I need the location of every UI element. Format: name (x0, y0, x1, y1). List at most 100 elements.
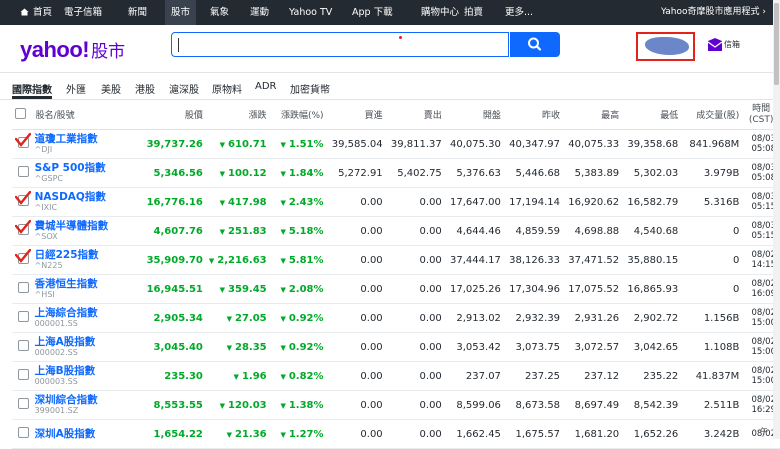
tab-item[interactable]: 國際指數 (12, 81, 52, 96)
table-row[interactable]: S&P 500指數 ^GSPC 5,346.56 ▼ 100.12 ▼ 1.84% 5,272… (12, 158, 780, 188)
top-nav-item[interactable]: App 下載 (352, 0, 393, 25)
table-row[interactable]: 費城半導體指數 ^SOX 4,607.76 ▼ 251.83 ▼ 5.18% 0.00 0.00… (12, 216, 780, 246)
scrollbar-thumb[interactable] (774, 3, 779, 85)
index-name-link[interactable]: 香港恒生指數 (35, 278, 124, 290)
col-header-prev[interactable]: 昨收 (503, 100, 564, 130)
row-checkbox[interactable] (18, 398, 29, 409)
volume-cell: 3.242B (681, 419, 743, 449)
table-row[interactable]: 上海A股指數 000002.SS 3,045.40 ▼ 28.35 ▼ 0.92% 0.00 0… (12, 332, 780, 362)
low-cell: 2,902.72 (622, 303, 682, 333)
pct-cell: ▼ 0.92% (269, 332, 327, 362)
index-name-link[interactable]: 日經225指數 (35, 249, 124, 261)
top-nav-item[interactable]: 新聞 (128, 0, 147, 25)
index-name-link[interactable]: 費城半導體指數 (35, 220, 124, 232)
search-button[interactable] (510, 32, 560, 57)
bid-cell: 5,272.91 (326, 158, 386, 188)
top-nav-item[interactable]: 股市 (165, 0, 197, 25)
row-checkbox[interactable] (18, 311, 29, 322)
row-select-cell (12, 303, 33, 333)
select-all-checkbox[interactable] (15, 107, 26, 119)
top-nav-item[interactable]: 首頁 (20, 0, 52, 25)
down-triangle-icon: ▼ (280, 343, 286, 352)
table-row[interactable]: 深圳綜合指數 399001.SZ 8,553.55 ▼ 120.03 ▼ 1.38% 0.00… (12, 390, 780, 420)
table-row[interactable]: 上海綜合指數 000001.SS 2,905.34 ▼ 27.05 ▼ 0.92% 0.00 0… (12, 303, 780, 333)
row-checkbox[interactable] (18, 369, 29, 380)
index-name-link[interactable]: 上海綜合指數 (35, 307, 124, 319)
index-name-link[interactable]: 上海A股指數 (35, 336, 124, 348)
index-name-link[interactable]: S&P 500指數 (35, 162, 124, 174)
top-nav-item[interactable]: 購物中心 (421, 0, 459, 25)
ask-cell: 0.00 (385, 274, 445, 304)
index-name-link[interactable]: 深圳綜合指數 (35, 394, 124, 406)
index-name-link[interactable]: NASDAQ指數 (35, 191, 124, 203)
pct-value: 2.43% (288, 196, 324, 208)
col-header-volume[interactable]: 成交量(股) (681, 100, 743, 130)
change-cell: ▼ 417.98 (205, 187, 270, 217)
col-header-low[interactable]: 最低 (622, 100, 682, 130)
index-symbol: ^DJI (34, 145, 53, 154)
top-nav-label: 首頁 (33, 7, 53, 18)
app-download-link[interactable]: Yahoo奇摩股市應用程式 › (661, 0, 766, 25)
low-cell: 1,652.26 (622, 419, 682, 449)
table-row[interactable]: 道瓊工業指數 ^DJI 39,737.26 ▼ 610.71 ▼ 1.51% 39,585.0… (12, 129, 780, 159)
volume-cell: 5.316B (681, 187, 743, 217)
date-value: 08/02 (751, 250, 777, 260)
high-cell: 4,698.88 (563, 216, 623, 246)
row-checkbox[interactable] (18, 282, 29, 293)
col-header-name[interactable]: 股名/股號 (32, 100, 127, 130)
mail-icon[interactable] (707, 38, 723, 52)
table-row[interactable]: 深圳A股指數 1,654.22 ▼ 21.36 ▼ 1.27% 0.00 0.00 1,662.… (12, 419, 780, 449)
top-nav-item[interactable]: 電子信箱 (64, 0, 102, 25)
search-input[interactable] (171, 32, 509, 57)
down-triangle-icon: ▼ (219, 140, 226, 149)
col-header-ask[interactable]: 賣出 (385, 100, 445, 130)
col-header-change[interactable]: 漲跌 (205, 100, 270, 130)
index-name-link[interactable]: 深圳A股指數 (35, 428, 124, 440)
row-select-cell (12, 390, 33, 420)
top-nav-item[interactable]: 拍賣 (464, 0, 483, 25)
row-checkbox[interactable] (18, 340, 29, 351)
top-nav-item[interactable]: 更多... (505, 0, 533, 25)
row-checkbox[interactable] (18, 427, 29, 438)
index-symbol: ^SOX (34, 232, 58, 241)
index-symbol: ^HSI (34, 290, 55, 299)
time-value: 15:00 (751, 347, 777, 357)
tab-item[interactable]: ADR (255, 81, 277, 92)
bid-cell: 39,585.04 (326, 129, 386, 159)
tab-item[interactable]: 美股 (101, 81, 121, 96)
open-cell: 37,444.17 (444, 245, 504, 275)
table-row[interactable]: NASDAQ指數 ^IXIC 16,776.16 ▼ 417.98 ▼ 2.43% 0.00 0… (12, 187, 780, 217)
col-header-pct[interactable]: 漲跌幅(%) (269, 100, 327, 130)
tab-item[interactable]: 外匯 (66, 81, 86, 96)
user-avatar-highlight[interactable] (636, 32, 695, 61)
pct-value: 5.18% (288, 225, 324, 237)
bid-cell: 0.00 (326, 303, 386, 333)
down-triangle-icon: ▼ (219, 285, 226, 294)
col-header-price[interactable]: 股價 (126, 100, 206, 130)
row-select-cell (12, 274, 33, 304)
bid-cell: 0.00 (326, 332, 386, 362)
table-row[interactable]: 日經225指數 ^N225 35,909.70 ▼ 2,216.63 ▼ 5.81% 0.00… (12, 245, 780, 275)
yahoo-stock-logo[interactable]: yahoo! 股市 (20, 37, 125, 63)
name-cell: NASDAQ指數 ^IXIC (32, 187, 127, 217)
index-name-link[interactable]: 上海B股指數 (35, 365, 124, 377)
tab-item[interactable]: 原物料 (212, 81, 242, 96)
col-header-high[interactable]: 最高 (563, 100, 623, 130)
top-nav-item[interactable]: Yahoo TV (289, 0, 332, 25)
col-header-open[interactable]: 開盤 (444, 100, 504, 130)
table-row[interactable]: 上海B股指數 000003.SS 235.30 ▼ 1.96 ▼ 0.82% 0.00 0.00… (12, 361, 780, 391)
col-header-bid[interactable]: 買進 (326, 100, 386, 130)
pct-value: 0.92% (288, 341, 324, 353)
tab-item[interactable]: 滬深股 (169, 81, 199, 96)
price-cell: 3,045.40 (126, 332, 206, 362)
table-row[interactable]: 香港恒生指數 ^HSI 16,945.51 ▼ 359.45 ▼ 2.08% 0.00 0.00… (12, 274, 780, 304)
row-checkbox[interactable] (18, 166, 29, 177)
ask-cell: 5,402.75 (385, 158, 445, 188)
index-name-link[interactable]: 道瓊工業指數 (35, 133, 124, 145)
top-nav-item[interactable]: 氣象 (210, 0, 229, 25)
tab-item[interactable]: 加密貨幣 (290, 81, 330, 96)
down-triangle-icon: ▼ (219, 198, 226, 207)
tab-item[interactable]: 港股 (135, 81, 155, 96)
change-cell: ▼ 359.45 (205, 274, 270, 304)
top-nav-item[interactable]: 運動 (250, 0, 269, 25)
